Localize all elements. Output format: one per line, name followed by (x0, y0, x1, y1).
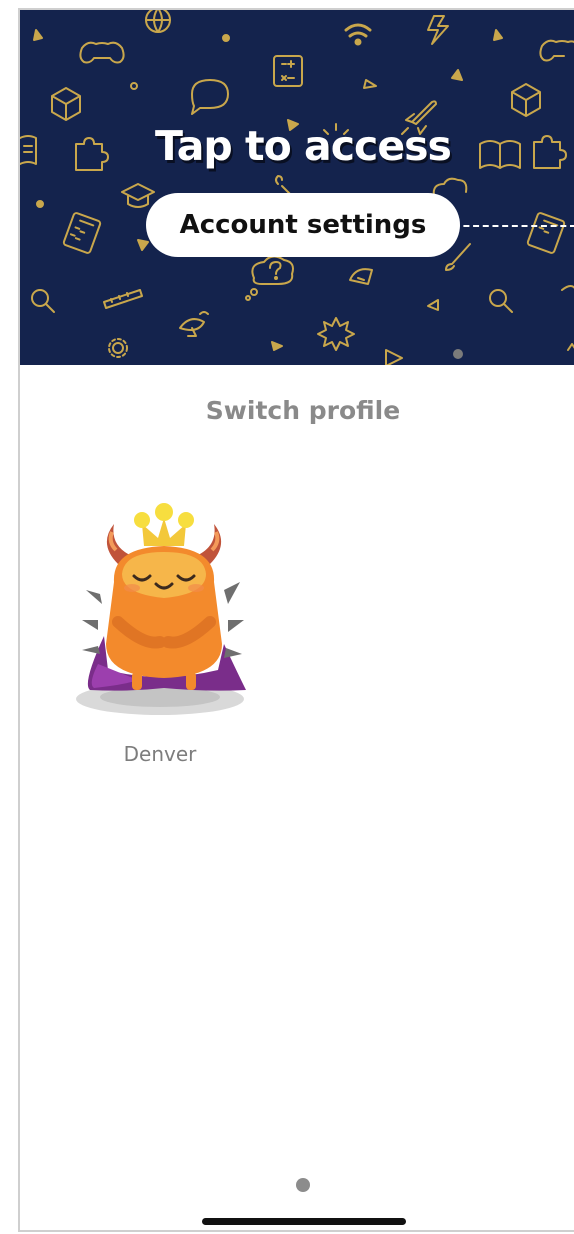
triangle-icon (33, 29, 43, 41)
triangle-icon (451, 69, 463, 81)
cube-icon (51, 87, 81, 121)
orange-monster-avatar (76, 503, 246, 715)
page-indicator-dot (296, 1178, 310, 1192)
ruler-icon (103, 289, 143, 309)
banner-title: Tap to access (155, 122, 452, 170)
profile-name[interactable]: Denver (70, 742, 250, 766)
star-burst-icon (317, 317, 355, 351)
dashed-connector (444, 225, 574, 227)
question-cloud-icon (245, 255, 294, 301)
globe-icon (145, 10, 171, 33)
magnifier-icon (489, 289, 513, 313)
account-settings-button[interactable]: Account settings (146, 193, 460, 257)
protractor-icon (349, 268, 373, 285)
triangle-icon (271, 341, 283, 351)
home-indicator[interactable] (202, 1218, 406, 1225)
profile-card[interactable] (68, 494, 248, 728)
lightning-icon (427, 15, 449, 45)
calculator-icon (62, 212, 102, 254)
play-icon (385, 349, 403, 365)
calculator-icon (273, 55, 303, 87)
cloud-icon (432, 177, 468, 197)
cloud-icon (561, 285, 574, 291)
switch-profile-title: Switch profile (205, 396, 401, 425)
speech-bubble-icon (191, 79, 229, 115)
calculator-icon (526, 212, 566, 254)
account-banner[interactable]: Tap to access Account settings (20, 10, 574, 365)
magnifier-icon (31, 289, 55, 313)
triangle-icon (137, 239, 149, 251)
game-controller-icon (79, 41, 125, 64)
doodle-pattern (20, 10, 574, 365)
cube-icon (511, 83, 541, 117)
gear-icon (108, 338, 128, 358)
graduation-cap-icon (121, 183, 155, 208)
star-icon (567, 343, 574, 351)
triangle-icon (493, 29, 503, 41)
game-controller-icon (539, 39, 574, 62)
triangle-outline-icon (363, 79, 377, 89)
triangle-outline-icon (427, 299, 439, 311)
satellite-dish-icon (179, 311, 209, 337)
wifi-icon (344, 23, 372, 46)
app-screen: Tap to access Account settings Switch pr… (18, 8, 574, 1232)
